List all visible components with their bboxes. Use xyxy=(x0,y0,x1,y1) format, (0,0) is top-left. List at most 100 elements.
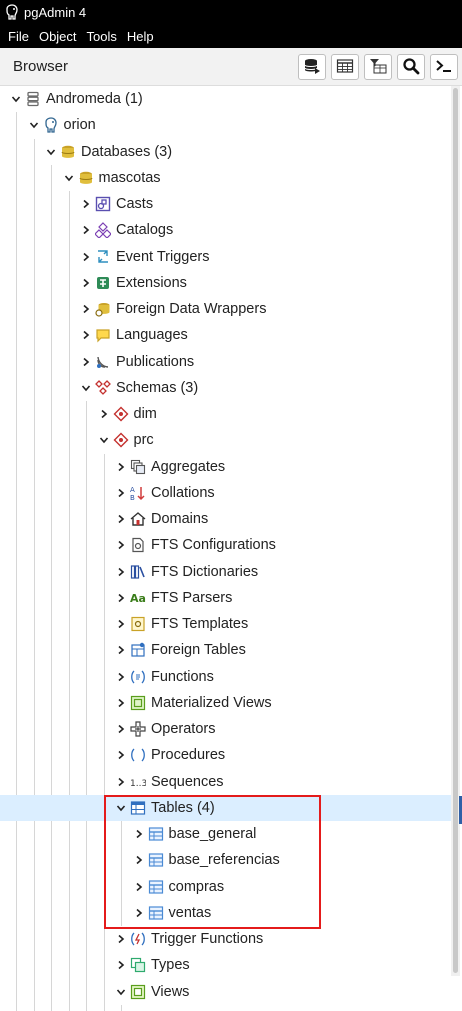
chevron-right-icon[interactable] xyxy=(115,487,127,499)
chevron-right-icon[interactable] xyxy=(80,303,92,315)
chevron-right-icon[interactable] xyxy=(80,198,92,210)
tree-scrollbar-thumb[interactable] xyxy=(453,88,458,973)
chevron-right-icon[interactable] xyxy=(115,671,127,683)
tree-node-label: mascotas xyxy=(98,169,161,186)
chevron-right-icon[interactable] xyxy=(98,408,110,420)
chevron-right-icon[interactable] xyxy=(115,618,127,630)
chevron-right-icon[interactable] xyxy=(115,749,127,761)
chevron-down-icon[interactable] xyxy=(10,93,22,105)
chevron-right-icon[interactable] xyxy=(80,251,92,263)
chevron-down-icon[interactable] xyxy=(115,986,127,998)
tree-node[interactable]: ventas xyxy=(0,900,458,926)
database-icon xyxy=(77,169,95,187)
views-icon xyxy=(129,983,147,1001)
chevron-right-icon[interactable] xyxy=(80,356,92,368)
tree-node-label: Casts xyxy=(116,196,154,212)
tree-node-label: Aggregates xyxy=(151,458,226,475)
menu-tools[interactable]: Tools xyxy=(87,29,117,44)
chevron-right-icon[interactable] xyxy=(115,697,127,709)
object-explorer-button[interactable] xyxy=(298,54,326,80)
tree-node[interactable]: Operators xyxy=(0,716,458,742)
tree-node[interactable]: Casts xyxy=(0,191,458,217)
tree-node[interactable]: FTS Configurations xyxy=(0,532,458,558)
tree-node[interactable]: Schemas (3) xyxy=(0,375,458,401)
chevron-right-icon[interactable] xyxy=(115,723,127,735)
tree-node-label: Views xyxy=(151,983,190,1000)
tree-node[interactable]: Domains xyxy=(0,506,458,532)
chevron-right-icon[interactable] xyxy=(115,959,127,971)
tree-node[interactable]: Databases (3) xyxy=(0,139,458,165)
tree-node[interactable]: Publications xyxy=(0,349,458,375)
filtered-rows-button[interactable] xyxy=(364,54,392,80)
collations-icon: AB xyxy=(129,484,147,502)
tree-node[interactable]: A B Collations xyxy=(0,480,458,506)
chevron-right-icon[interactable] xyxy=(115,776,127,788)
tree-node-label: compras xyxy=(168,878,225,895)
tree-guide-line xyxy=(121,1004,122,1011)
pgadmin-elephant-icon xyxy=(0,0,24,24)
tree-node[interactable]: Foreign Data Wrappers xyxy=(0,296,458,322)
search-objects-button[interactable] xyxy=(397,54,425,80)
menu-file[interactable]: File xyxy=(8,29,29,44)
tree-node[interactable]: Tables (4) xyxy=(0,794,458,821)
tree-node[interactable]: compras xyxy=(0,874,458,900)
tree-node[interactable]: Procedures xyxy=(0,742,458,768)
tree-node[interactable]: base_referencias xyxy=(0,847,458,873)
chevron-right-icon[interactable] xyxy=(115,644,127,656)
tree-node[interactable]: Catalogs xyxy=(0,217,458,243)
chevron-right-icon[interactable] xyxy=(115,592,127,604)
tree-node[interactable]: dim xyxy=(0,401,458,427)
table-icon xyxy=(147,825,165,843)
chevron-down-icon[interactable] xyxy=(115,802,127,814)
tree-node-label: prc xyxy=(133,432,154,449)
chevron-right-icon[interactable] xyxy=(80,224,92,236)
tree-node[interactable]: Trigger Functions xyxy=(0,926,458,952)
chevron-down-icon[interactable] xyxy=(63,172,75,184)
tree-node[interactable]: Extensions xyxy=(0,270,458,296)
tree-node[interactable]: Languages xyxy=(0,322,458,348)
tree-node[interactable]: orion xyxy=(0,112,458,138)
filtered-rows-icon xyxy=(369,57,387,78)
chevron-right-icon[interactable] xyxy=(115,539,127,551)
chevron-down-icon[interactable] xyxy=(45,146,57,158)
casts-icon xyxy=(94,195,112,213)
psql-tool-button[interactable] xyxy=(430,54,458,80)
tree-node[interactable]: Foreign Tables xyxy=(0,637,458,663)
browser-tree: Andromeda (1) orion Databases (3) mascotas C… xyxy=(0,86,462,1011)
view-data-button[interactable] xyxy=(331,54,359,80)
chevron-right-icon[interactable] xyxy=(133,828,145,840)
publications-icon xyxy=(94,353,112,371)
chevron-right-icon[interactable] xyxy=(133,907,145,919)
chevron-down-icon[interactable] xyxy=(28,119,40,131)
tree-node[interactable]: base_general xyxy=(0,821,458,847)
menu-help[interactable]: Help xyxy=(127,29,154,44)
chevron-right-icon[interactable] xyxy=(115,461,127,473)
schema-icon xyxy=(112,405,130,423)
tree-node[interactable]: Types xyxy=(0,952,458,978)
tree-node-label: Collations xyxy=(151,484,215,501)
menu-object[interactable]: Object xyxy=(39,29,77,44)
tree-node[interactable]: Aa FTS Parsers xyxy=(0,585,458,611)
tree-node[interactable]: Materialized Views xyxy=(0,690,458,716)
chevron-right-icon[interactable] xyxy=(80,329,92,341)
chevron-right-icon[interactable] xyxy=(115,566,127,578)
chevron-right-icon[interactable] xyxy=(80,277,92,289)
chevron-right-icon[interactable] xyxy=(115,513,127,525)
tree-node[interactable]: prc xyxy=(0,427,458,453)
tree-node[interactable]: Functions xyxy=(0,664,458,690)
tree-node[interactable]: Aggregates xyxy=(0,454,458,480)
chevron-right-icon[interactable] xyxy=(115,933,127,945)
tree-node[interactable]: FTS Dictionaries xyxy=(0,559,458,585)
tree-node-label: FTS Configurations xyxy=(151,537,276,554)
tree-node[interactable]: FTS Templates xyxy=(0,611,458,637)
chevron-right-icon[interactable] xyxy=(133,881,145,893)
tree-node[interactable]: mascotas xyxy=(0,165,458,191)
chevron-right-icon[interactable] xyxy=(133,854,145,866)
tree-node[interactable]: Event Triggers xyxy=(0,244,458,270)
tree-node[interactable]: Andromeda (1) xyxy=(0,86,458,112)
chevron-down-icon[interactable] xyxy=(98,434,110,446)
chevron-down-icon[interactable] xyxy=(80,382,92,394)
tree-node[interactable]: Views xyxy=(0,979,458,1005)
tree-node[interactable]: 1..3 Sequences xyxy=(0,769,458,795)
window-title: pgAdmin 4 xyxy=(24,4,87,20)
